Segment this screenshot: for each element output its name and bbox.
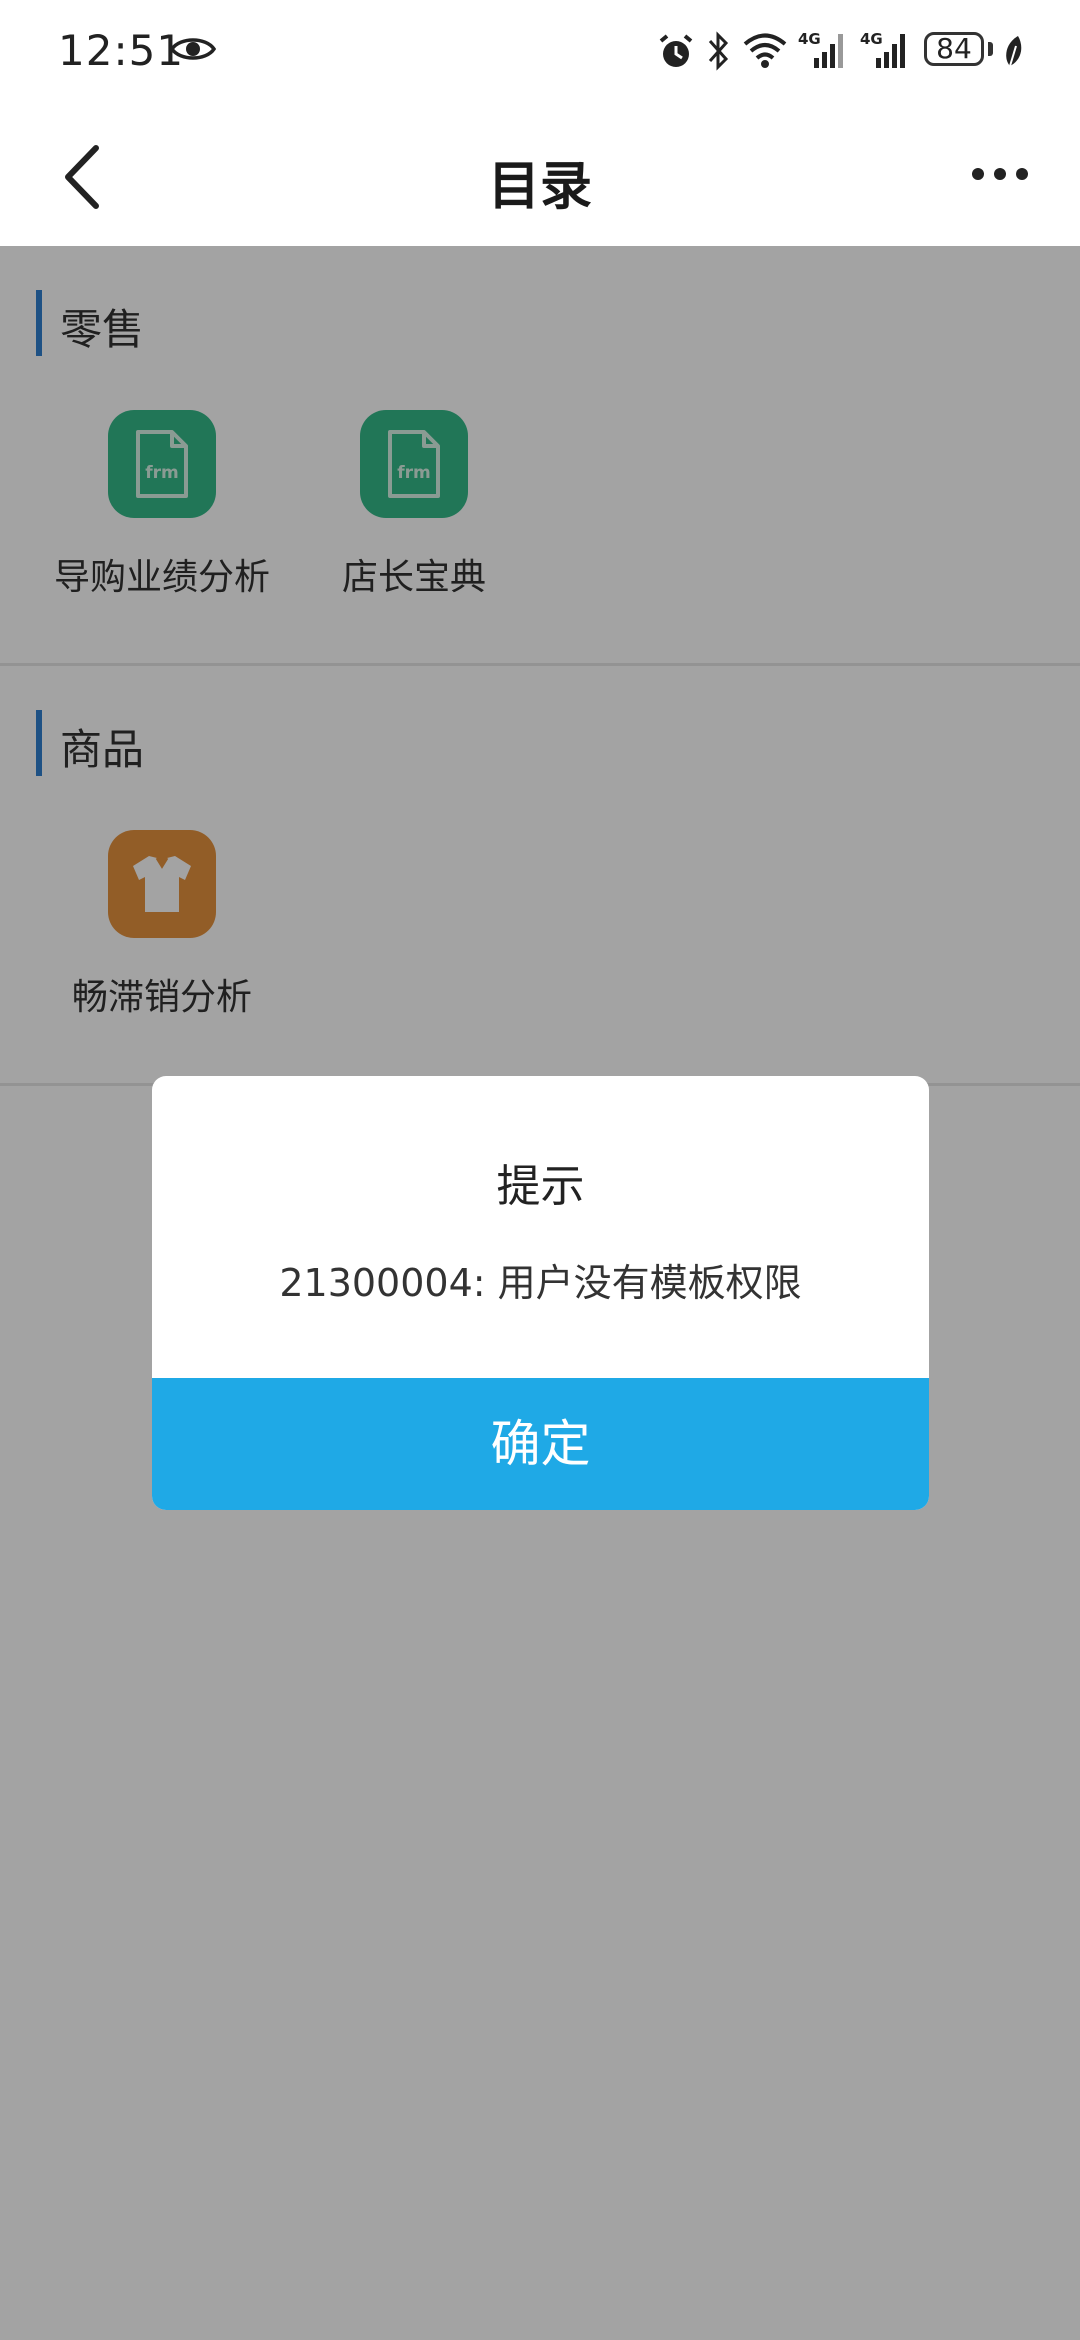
svg-text:4G: 4G xyxy=(798,30,821,48)
dialog-title: 提示 xyxy=(496,1161,585,1212)
battery-icon: 84 xyxy=(924,32,984,66)
bluetooth-icon xyxy=(708,31,729,71)
confirm-button[interactable]: 确定 xyxy=(152,1378,929,1510)
dialog-message: 21300004: 用户没有模板权限 xyxy=(279,1261,802,1305)
wifi-icon xyxy=(743,33,787,68)
screen: 12:51 4G 4G 84 目录 零售 frm 导购业绩分析 frm 店长宝典… xyxy=(0,0,1080,2340)
status-bar: 12:51 4G 4G 84 xyxy=(0,0,1080,104)
svg-text:4G: 4G xyxy=(860,30,883,48)
alarm-icon xyxy=(659,34,693,67)
signal-4g-icon: 4G xyxy=(798,30,843,68)
leaf-icon xyxy=(1006,36,1022,67)
battery-cap xyxy=(988,42,993,56)
alert-dialog: 提示 21300004: 用户没有模板权限 确定 xyxy=(152,1076,929,1510)
signal-4g-icon: 4G xyxy=(860,30,905,68)
eye-icon xyxy=(170,38,216,60)
status-time: 12:51 xyxy=(58,26,185,75)
nav-bar: 目录 xyxy=(0,104,1080,246)
page-title: 目录 xyxy=(487,157,592,217)
more-horizontal-icon[interactable] xyxy=(970,162,1030,186)
